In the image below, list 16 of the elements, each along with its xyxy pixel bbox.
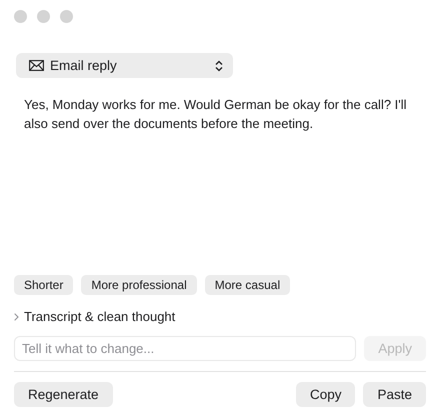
instruction-field[interactable]: Tell it what to change... — [14, 336, 356, 361]
envelope-icon — [29, 60, 44, 71]
disclosure-toggle[interactable]: Transcript & clean thought — [14, 309, 176, 324]
mode-dropdown[interactable]: Email reply — [16, 53, 233, 78]
chevron-up-down-icon — [215, 60, 223, 72]
minimize-window-button[interactable] — [37, 10, 50, 23]
zoom-window-button[interactable] — [60, 10, 73, 23]
paste-button[interactable]: Paste — [363, 382, 426, 407]
chevron-icon — [14, 312, 19, 320]
close-window-button[interactable] — [14, 10, 27, 23]
suggestion-chip[interactable]: More professional — [81, 275, 197, 295]
regenerate-button[interactable]: Regenerate — [14, 382, 113, 407]
copy-button[interactable]: Copy — [296, 382, 356, 407]
reply-text: Yes, Monday works for me. Would German be okay for the call? I'll also send over the documents before the meeting. — [24, 96, 408, 133]
suggestion-chip[interactable]: Shorter — [14, 275, 74, 295]
suggestion-chip[interactable]: More casual — [204, 275, 290, 295]
